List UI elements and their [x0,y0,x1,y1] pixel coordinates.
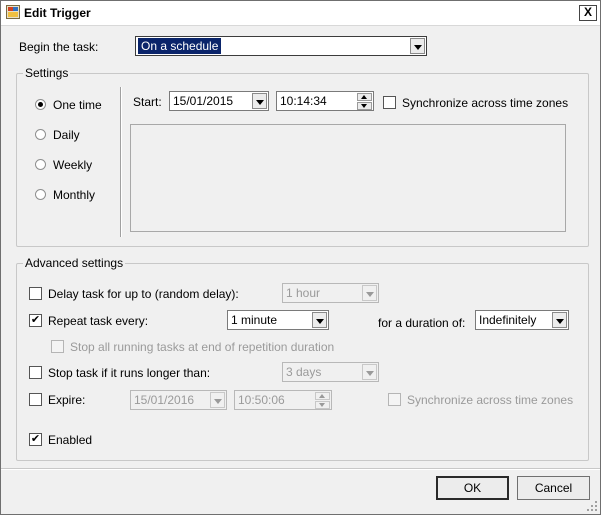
chevron-down-icon[interactable] [552,312,567,328]
begin-task-value: On a schedule [138,38,222,54]
close-icon: X [583,5,592,19]
enabled-checkbox[interactable]: ✔ [29,433,42,446]
radio-one-time[interactable] [35,99,46,110]
enabled-label: Enabled [48,433,93,447]
delay-dropdown[interactable]: 1 hour [282,283,379,303]
stop-after-dropdown[interactable]: 3 days [282,362,379,382]
expire-date-value: 15/01/2016 [134,393,195,407]
edit-trigger-dialog: Edit Trigger X Begin the task: On a sche… [0,0,601,515]
expire-checkbox[interactable] [29,393,42,406]
stop-task-longer-label: Stop task if it runs longer than: [48,366,211,380]
repeat-interval-dropdown[interactable]: 1 minute [227,310,329,330]
radio-monthly[interactable] [35,189,46,200]
stop-all-tasks-label: Stop all running tasks at end of repetit… [70,340,335,354]
settings-legend: Settings [23,66,71,80]
spin-up-icon[interactable] [357,93,372,101]
delay-value: 1 hour [286,286,321,300]
check-icon: ✔ [30,314,41,326]
start-time-value: 10:14:34 [280,94,327,108]
stop-task-longer-checkbox[interactable] [29,366,42,379]
duration-label: for a duration of: [378,316,466,330]
chevron-down-icon[interactable] [410,38,425,54]
radio-label-weekly: Weekly [53,158,93,172]
sync-time-zones-checkbox[interactable] [383,96,396,109]
window-title: Edit Trigger [24,6,91,20]
start-date-value: 15/01/2015 [173,94,234,108]
delay-task-checkbox[interactable] [29,287,42,300]
radio-label-monthly: Monthly [53,188,96,202]
expire-label: Expire: [48,393,86,407]
chevron-down-icon[interactable] [312,312,327,328]
calendar-dropdown-icon[interactable] [252,93,267,109]
ok-button[interactable]: OK [436,476,509,500]
radio-label-daily: Daily [53,128,80,142]
resize-grip-icon[interactable] [586,500,598,512]
app-icon [6,5,20,19]
sync-time-zones-label: Synchronize across time zones [402,96,569,110]
stop-all-tasks-checkbox[interactable] [51,340,64,353]
expire-time-value: 10:50:06 [238,393,285,407]
cancel-button[interactable]: Cancel [517,476,590,500]
delay-task-label: Delay task for up to (random delay): [48,287,239,301]
duration-value: Indefinitely [479,313,537,327]
repeat-task-label: Repeat task every: [48,314,149,328]
start-time-spinner[interactable]: 10:14:34 [276,91,374,111]
advanced-settings-legend: Advanced settings [23,256,126,270]
title-bar: Edit Trigger X [1,1,600,26]
radio-label-one-time: One time [53,98,102,112]
close-button[interactable]: X [579,5,597,21]
expire-sync-checkbox[interactable] [388,393,401,406]
start-date-picker[interactable]: 15/01/2015 [169,91,269,111]
repeat-interval-value: 1 minute [231,313,278,327]
chevron-down-icon[interactable] [362,364,377,380]
duration-dropdown[interactable]: Indefinitely [475,310,569,330]
expire-date-picker[interactable]: 15/01/2016 [130,390,227,410]
start-label: Start: [133,95,162,109]
recurrence-panel [130,124,566,232]
radio-daily[interactable] [35,129,46,140]
spin-up-icon[interactable] [315,392,330,400]
radio-weekly[interactable] [35,159,46,170]
spin-down-icon[interactable] [315,401,330,409]
begin-task-dropdown[interactable]: On a schedule [135,36,427,56]
calendar-dropdown-icon[interactable] [210,392,225,408]
check-icon: ✔ [30,433,41,445]
repeat-task-checkbox[interactable]: ✔ [29,314,42,327]
begin-task-label: Begin the task: [19,40,99,54]
spin-down-icon[interactable] [357,102,372,110]
expire-sync-label: Synchronize across time zones [407,393,574,407]
expire-time-spinner[interactable]: 10:50:06 [234,390,332,410]
chevron-down-icon[interactable] [362,285,377,301]
stop-after-value: 3 days [286,365,322,379]
footer-separator [1,468,600,470]
settings-divider [120,87,122,237]
